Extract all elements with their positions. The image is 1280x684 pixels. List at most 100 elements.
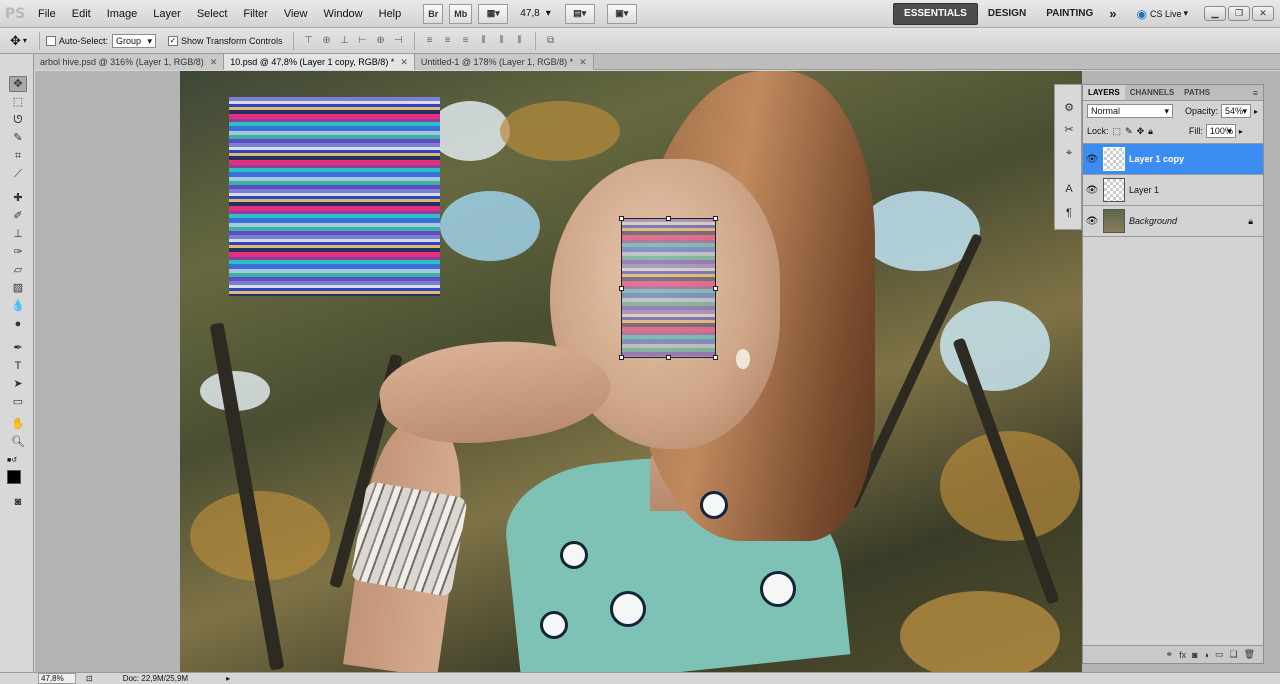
healing-brush-tool-icon[interactable]: ✚ bbox=[9, 190, 27, 206]
menu-file[interactable]: File bbox=[30, 0, 64, 28]
minibridge-button[interactable]: Mb bbox=[449, 3, 473, 24]
menu-filter[interactable]: Filter bbox=[235, 0, 275, 28]
pen-tool-icon[interactable]: ✒ bbox=[9, 340, 27, 356]
blend-mode-select[interactable]: Normal bbox=[1087, 104, 1173, 118]
dodge-tool-icon[interactable]: ● bbox=[9, 316, 27, 332]
gradient-tool-icon[interactable]: ▨ bbox=[9, 280, 27, 296]
menu-edit[interactable]: Edit bbox=[64, 0, 99, 28]
new-layer-icon[interactable]: ❏ bbox=[1229, 649, 1237, 660]
visibility-eye-icon[interactable]: 👁︎ bbox=[1083, 185, 1101, 196]
transform-handle[interactable] bbox=[619, 355, 624, 360]
layer-row[interactable]: 👁︎ Layer 1 copy bbox=[1083, 144, 1263, 175]
lasso-tool-icon[interactable]: ᘎ bbox=[9, 112, 27, 128]
zoom-field[interactable]: 47,8% bbox=[38, 673, 76, 684]
tab-untitled-1[interactable]: Untitled-1 @ 178% (Layer 1, RGB/8) * ✕ bbox=[414, 54, 594, 70]
quick-mask-icon[interactable]: ◙ bbox=[9, 494, 27, 510]
crop-tool-icon[interactable]: ⌗ bbox=[9, 148, 27, 164]
eraser-tool-icon[interactable]: ▱ bbox=[9, 262, 27, 278]
layer-name[interactable]: Layer 1 copy bbox=[1129, 154, 1184, 164]
chevron-down-icon[interactable]: ▾ bbox=[23, 36, 27, 45]
transform-handle[interactable] bbox=[713, 216, 718, 221]
chevron-right-icon[interactable]: ▸ bbox=[1254, 107, 1258, 116]
default-colors-icon[interactable]: ■↺ bbox=[7, 456, 17, 464]
move-tool-icon[interactable]: ✥ bbox=[9, 76, 27, 92]
distribute-vcenter-icon[interactable]: ≡ bbox=[441, 34, 455, 48]
tab-layers[interactable]: LAYERS bbox=[1083, 85, 1125, 100]
transform-handle[interactable] bbox=[713, 355, 718, 360]
minimize-button[interactable]: ▁ bbox=[1204, 6, 1226, 21]
visibility-eye-icon[interactable]: 👁︎ bbox=[1083, 216, 1101, 227]
adjustment-layer-icon[interactable]: ◑ bbox=[1204, 650, 1209, 660]
menu-view[interactable]: View bbox=[276, 0, 316, 28]
distribute-top-icon[interactable]: ≡ bbox=[423, 34, 437, 48]
chevron-right-icon[interactable]: ▸ bbox=[1239, 127, 1243, 136]
hand-tool-icon[interactable]: ✋ bbox=[9, 416, 27, 432]
workspace-design[interactable]: DESIGN bbox=[978, 4, 1036, 24]
align-vcenter-icon[interactable]: ⊕ bbox=[320, 34, 334, 48]
blur-tool-icon[interactable]: 💧 bbox=[9, 298, 27, 314]
panel-menu-icon[interactable]: ≡ bbox=[1248, 85, 1263, 100]
restore-button[interactable]: ❐ bbox=[1228, 6, 1250, 21]
delete-layer-icon[interactable]: 🗑︎ bbox=[1244, 649, 1255, 660]
type-tool-icon[interactable]: T bbox=[9, 358, 27, 374]
view-extras-button[interactable]: ▦▾ bbox=[478, 3, 509, 24]
lock-image-icon[interactable]: ✎ bbox=[1125, 126, 1133, 137]
transform-handle[interactable] bbox=[619, 216, 624, 221]
layer-mask-icon[interactable]: ◙ bbox=[1192, 650, 1197, 660]
history-brush-tool-icon[interactable]: ✑ bbox=[9, 244, 27, 260]
masks-icon[interactable]: ✂ bbox=[1060, 121, 1078, 137]
workspace-painting[interactable]: PAINTING bbox=[1036, 4, 1103, 24]
distribute-right-icon[interactable]: ⦀ bbox=[513, 34, 527, 48]
tab-channels[interactable]: CHANNELS bbox=[1125, 85, 1179, 100]
arrange-documents-button[interactable]: ▤▾ bbox=[564, 3, 595, 24]
workspace-essentials[interactable]: ESSENTIALS bbox=[893, 2, 978, 25]
layer-style-icon[interactable]: fx bbox=[1179, 650, 1186, 660]
character-icon[interactable]: A bbox=[1060, 181, 1078, 197]
rectangle-tool-icon[interactable]: ▭ bbox=[9, 394, 27, 410]
layer-name[interactable]: Background bbox=[1129, 216, 1248, 226]
align-left-icon[interactable]: ⊢ bbox=[356, 34, 370, 48]
auto-align-icon[interactable]: ⧉ bbox=[544, 34, 558, 48]
link-layers-icon[interactable]: ⚭ bbox=[1166, 649, 1174, 660]
align-bottom-icon[interactable]: ⊥ bbox=[338, 34, 352, 48]
new-group-icon[interactable]: ▭ bbox=[1215, 649, 1224, 660]
transform-bounding-box[interactable] bbox=[621, 218, 716, 358]
paragraph-icon[interactable]: ¶ bbox=[1060, 205, 1078, 221]
layer-name[interactable]: Layer 1 bbox=[1129, 185, 1159, 195]
status-icon[interactable]: ⊡ bbox=[86, 674, 93, 683]
show-transform-checkbox[interactable]: ✓ bbox=[167, 35, 178, 46]
transform-handle[interactable] bbox=[619, 286, 624, 291]
menu-help[interactable]: Help bbox=[371, 0, 410, 28]
brush-tool-icon[interactable]: ✐ bbox=[9, 208, 27, 224]
align-right-icon[interactable]: ⊣ bbox=[392, 34, 406, 48]
transform-handle[interactable] bbox=[666, 216, 671, 221]
menu-layer[interactable]: Layer bbox=[145, 0, 189, 28]
transform-handle[interactable] bbox=[713, 286, 718, 291]
path-selection-tool-icon[interactable]: ➤ bbox=[9, 376, 27, 392]
move-tool-icon[interactable]: ✥ bbox=[10, 33, 21, 49]
menu-window[interactable]: Window bbox=[316, 0, 371, 28]
layer-row[interactable]: 👁︎ Background 🔒︎ bbox=[1083, 206, 1263, 237]
bridge-button[interactable]: Br bbox=[423, 3, 444, 24]
fill-field[interactable]: 100% bbox=[1205, 124, 1236, 138]
adjustments-icon[interactable]: ⚙ bbox=[1060, 99, 1078, 115]
auto-select-checkbox[interactable] bbox=[45, 35, 56, 46]
zoom-tool-icon[interactable]: 🔍︎ bbox=[9, 434, 27, 450]
tab-arbol-hive[interactable]: arbol hive.psd @ 316% (Layer 1, RGB/8) ✕ bbox=[34, 54, 225, 70]
align-hcenter-icon[interactable]: ⊕ bbox=[374, 34, 388, 48]
menu-select[interactable]: Select bbox=[189, 0, 236, 28]
lock-position-icon[interactable]: ✥ bbox=[1137, 126, 1145, 137]
transform-handle[interactable] bbox=[666, 355, 671, 360]
opacity-field[interactable]: 54% bbox=[1221, 104, 1252, 118]
marquee-tool-icon[interactable]: ⬚ bbox=[9, 94, 27, 110]
close-icon[interactable]: ✕ bbox=[579, 55, 587, 70]
more-workspaces-icon[interactable]: » bbox=[1103, 4, 1122, 24]
tab-paths[interactable]: PATHS bbox=[1179, 85, 1215, 100]
eyedropper-tool-icon[interactable]: ⟋ bbox=[9, 166, 27, 182]
cs-live-button[interactable]: ◉ CS Live ▾ bbox=[1136, 7, 1188, 21]
lock-transparency-icon[interactable]: ⬚ bbox=[1113, 126, 1122, 137]
paths-tool-icon[interactable]: ⌖ bbox=[1060, 145, 1078, 161]
distribute-left-icon[interactable]: ⦀ bbox=[477, 34, 491, 48]
menu-image[interactable]: Image bbox=[99, 0, 146, 28]
zoom-select[interactable]: 47,8 ▾ bbox=[520, 8, 551, 19]
